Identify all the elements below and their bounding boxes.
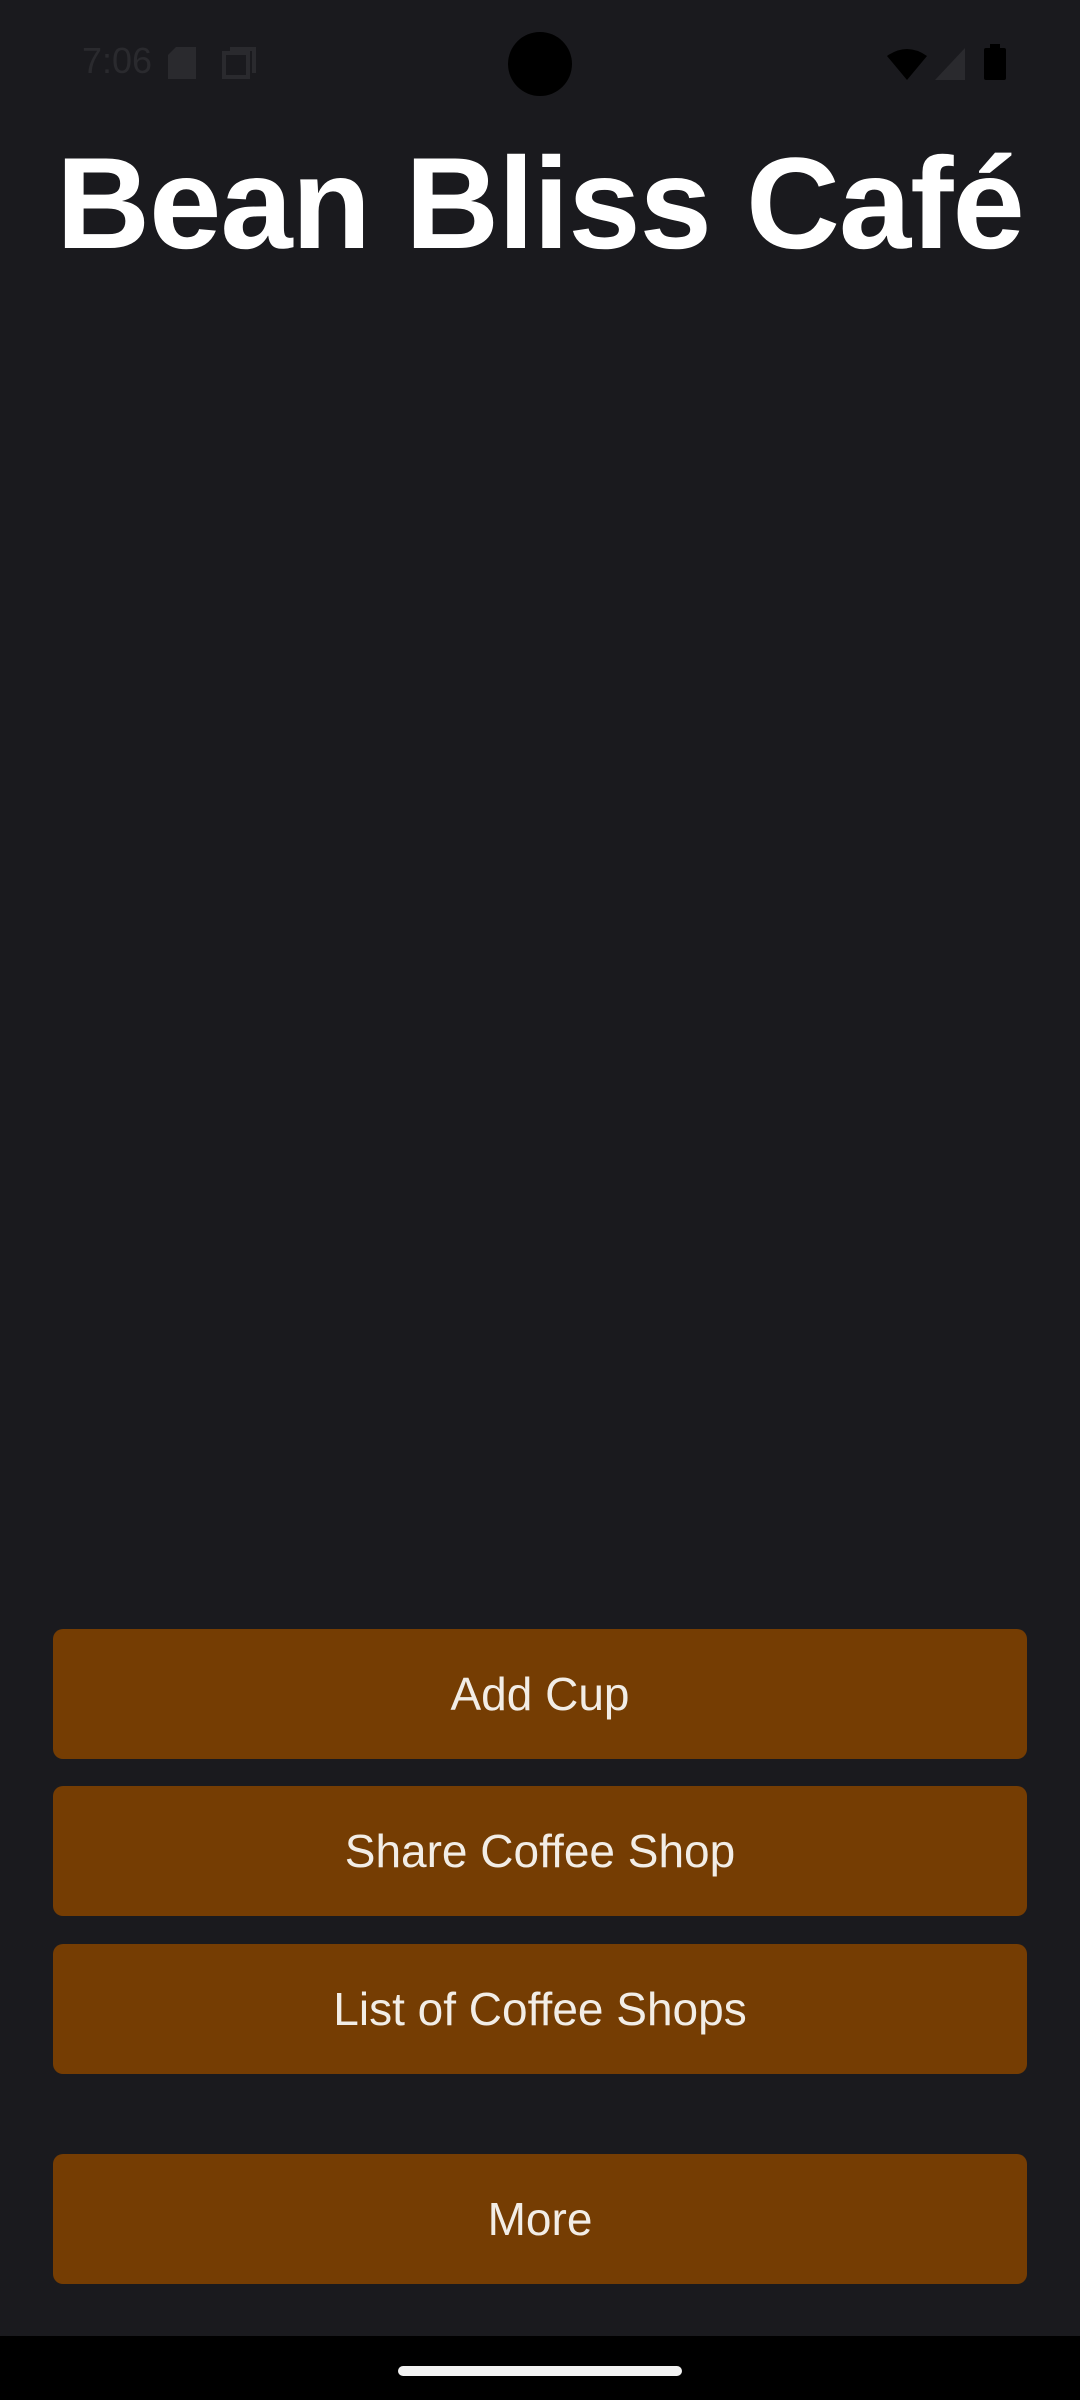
share-coffee-shop-button[interactable]: Share Coffee Shop [53,1786,1027,1916]
wifi-icon [887,49,927,80]
sd-card-icon [168,47,196,79]
signal-icon [935,48,965,80]
status-time: 7:06 [82,40,153,81]
screenshot-icon [222,47,256,79]
camera-cutout [508,32,572,96]
navigation-bar [0,2336,1080,2400]
home-gesture-handle[interactable] [398,2366,682,2376]
add-cup-button[interactable]: Add Cup [53,1629,1027,1759]
list-of-coffee-shops-button[interactable]: List of Coffee Shops [53,1944,1027,2074]
app-title: Bean Bliss Café [56,130,1025,276]
more-button[interactable]: More [53,2154,1027,2284]
status-bar: 7:06 [0,0,1080,120]
battery-icon [984,44,1006,80]
